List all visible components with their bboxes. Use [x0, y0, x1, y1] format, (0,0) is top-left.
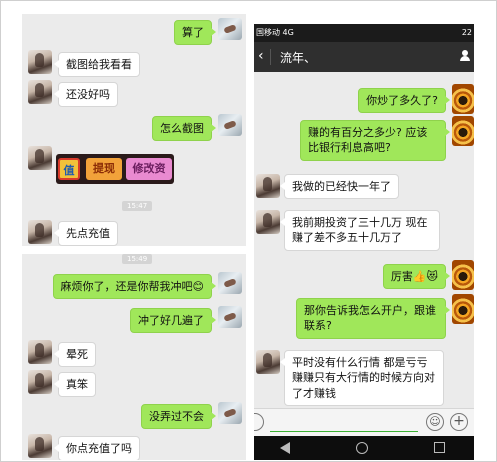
- chat-title: 流年、: [280, 51, 317, 65]
- chat-panel-top-left: 算了 截图给我看看 还没好吗 怎么截图 值 提现 修改资 15:47 先点充值: [22, 14, 246, 246]
- chat-title-bar: ‹ 流年、: [254, 42, 474, 72]
- user-icon[interactable]: [460, 50, 470, 62]
- avatar[interactable]: [256, 210, 280, 234]
- message-bubble-in[interactable]: 晕死: [54, 342, 96, 368]
- timestamp: 15:47: [122, 201, 153, 211]
- message-text: 怎么截图: [160, 122, 204, 135]
- nav-home-icon[interactable]: [356, 442, 368, 454]
- image-button-withdraw: 提现: [86, 158, 122, 180]
- carrier-label: 国移动 4G: [256, 28, 294, 37]
- avatar[interactable]: [28, 434, 52, 458]
- message-text: 麻烦你了，还是你帮我冲吧😊: [60, 280, 204, 293]
- message-text: 晕死: [66, 348, 88, 361]
- avatar[interactable]: [28, 80, 52, 104]
- message-bubble-in[interactable]: 我前期投资了三十几万 现在赚了差不多五十几万了: [280, 210, 440, 251]
- plus-icon[interactable]: +: [450, 413, 468, 431]
- message-bubble-in[interactable]: 你点充值了吗: [54, 436, 140, 460]
- avatar[interactable]: [256, 350, 280, 374]
- avatar[interactable]: [452, 84, 474, 114]
- avatar[interactable]: [452, 294, 474, 324]
- message-text: 还没好吗: [66, 88, 110, 101]
- message-text: 我前期投资了三十几万 现在赚了差不多五十几万了: [292, 216, 428, 245]
- back-arrow-icon[interactable]: ‹: [258, 47, 264, 65]
- avatar[interactable]: [218, 18, 242, 40]
- message-bubble-in[interactable]: 先点充值: [54, 221, 118, 246]
- message-text: 那你告诉我怎么开户，跟谁联系?: [304, 304, 436, 333]
- image-message[interactable]: 值 提现 修改资: [56, 154, 174, 184]
- input-bar: ☺ +: [254, 408, 474, 436]
- message-text: 我做的已经快一年了: [292, 180, 391, 193]
- message-bubble-out[interactable]: 冲了好几遍了: [130, 308, 216, 334]
- message-bubble-out[interactable]: 厉害👍😻: [382, 264, 451, 290]
- message-text: 冲了好几遍了: [138, 314, 204, 327]
- avatar[interactable]: [256, 174, 280, 198]
- message-bubble-out[interactable]: 赚的有百分之多少? 应该比银行利息高吧?: [300, 120, 450, 161]
- phone-screen: 国移动 4G 22 ‹ 流年、 你炒了多久了? 赚的有百分之多少? 应该比银行利…: [254, 24, 474, 460]
- message-bubble-in[interactable]: 我做的已经快一年了: [280, 174, 399, 200]
- android-nav-bar: [254, 436, 474, 460]
- chat-panel-bottom-left: 15:49 麻烦你了，还是你帮我冲吧😊 冲了好几遍了 晕死 真笨 没弄过不会 你…: [22, 254, 246, 460]
- voice-icon[interactable]: [254, 413, 264, 431]
- avatar[interactable]: [28, 146, 52, 170]
- avatar[interactable]: [28, 220, 52, 244]
- message-text: 截图给我看看: [66, 58, 132, 71]
- message-text: 先点充值: [66, 227, 110, 240]
- message-bubble-out[interactable]: 那你告诉我怎么开户，跟谁联系?: [296, 298, 450, 339]
- nav-back-icon[interactable]: [280, 442, 290, 454]
- avatar[interactable]: [218, 306, 242, 328]
- message-bubble-out[interactable]: 没弄过不会: [141, 404, 216, 430]
- message-text: 平时没有什么行情 都是亏亏赚赚只有大行情的时候方向对了才赚钱: [292, 356, 435, 400]
- message-text: 真笨: [66, 378, 88, 391]
- message-bubble-out[interactable]: 怎么截图: [152, 116, 216, 142]
- message-text: 你炒了多久了?: [366, 94, 438, 107]
- message-bubble-out[interactable]: 算了: [174, 20, 216, 46]
- message-bubble-in[interactable]: 还没好吗: [54, 82, 118, 108]
- message-text: 没弄过不会: [149, 410, 204, 423]
- divider: [270, 49, 271, 65]
- avatar[interactable]: [218, 272, 242, 294]
- avatar[interactable]: [218, 402, 242, 424]
- message-text: 厉害👍😻: [390, 270, 438, 283]
- avatar[interactable]: [452, 260, 474, 290]
- image-button-recharge: 值: [58, 158, 80, 180]
- message-input[interactable]: [270, 431, 418, 432]
- message-bubble-in[interactable]: 截图给我看看: [54, 52, 140, 78]
- message-bubble-out[interactable]: 你炒了多久了?: [358, 88, 450, 114]
- avatar[interactable]: [452, 116, 474, 146]
- avatar[interactable]: [218, 114, 242, 136]
- image-button-modify: 修改资: [126, 158, 172, 180]
- message-bubble-out[interactable]: 麻烦你了，还是你帮我冲吧😊: [52, 274, 217, 300]
- message-bubble-in[interactable]: 平时没有什么行情 都是亏亏赚赚只有大行情的时候方向对了才赚钱: [280, 350, 444, 407]
- avatar[interactable]: [28, 340, 52, 364]
- message-text: 你点充值了吗: [66, 442, 132, 455]
- message-bubble-in[interactable]: 真笨: [54, 372, 96, 398]
- clock-label: 22: [461, 28, 472, 37]
- message-text: 赚的有百分之多少? 应该比银行利息高吧?: [308, 126, 428, 155]
- message-text: 算了: [182, 26, 204, 39]
- nav-recent-icon[interactable]: [434, 442, 445, 453]
- status-bar: 国移动 4G 22: [254, 24, 474, 42]
- avatar[interactable]: [28, 50, 52, 74]
- timestamp: 15:49: [122, 254, 153, 264]
- emoji-icon[interactable]: ☺: [426, 413, 444, 431]
- avatar[interactable]: [28, 370, 52, 394]
